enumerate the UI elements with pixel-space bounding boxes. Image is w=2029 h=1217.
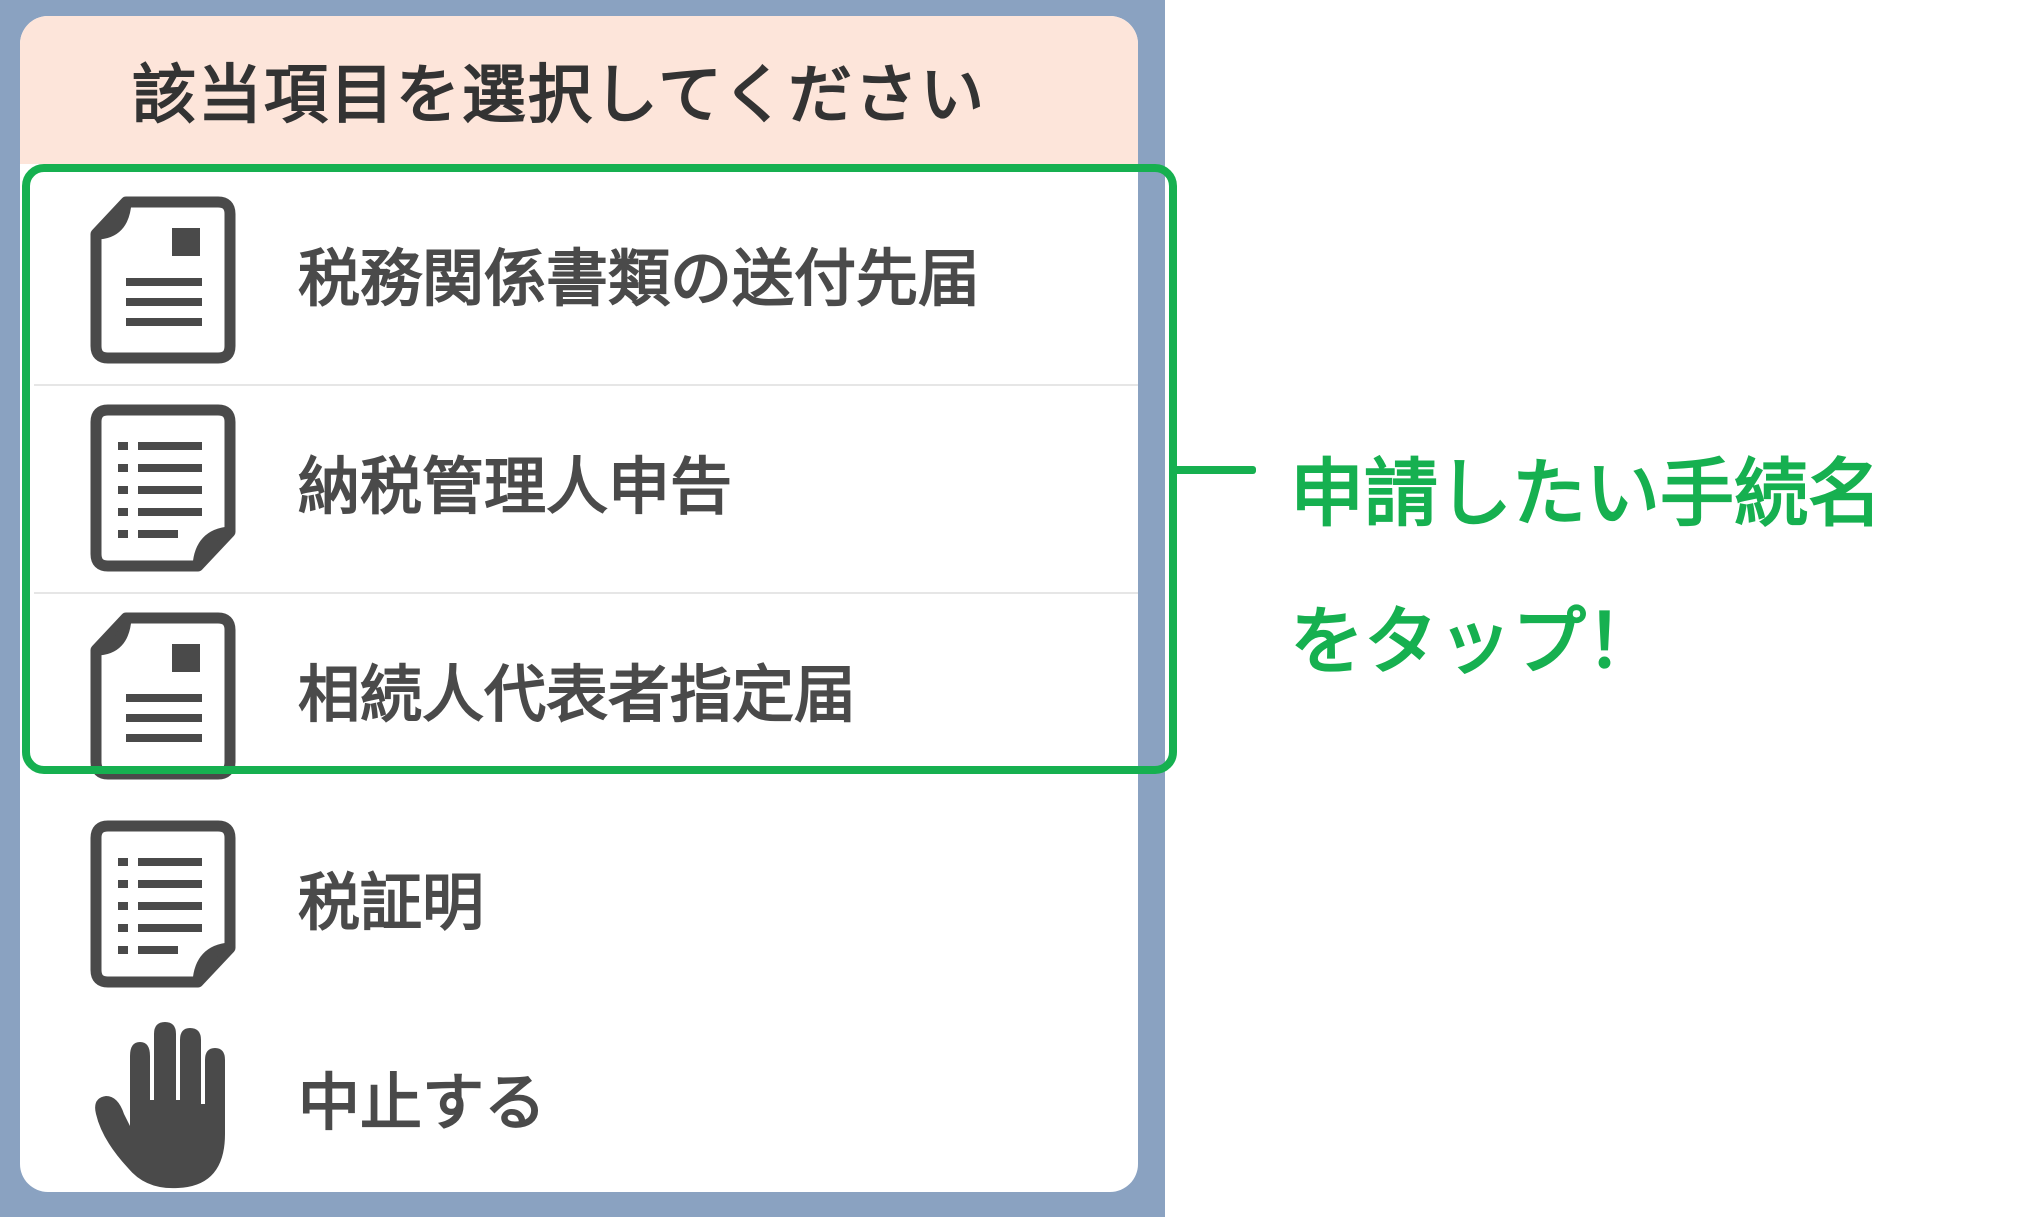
list-document-icon [90, 820, 236, 988]
annotation-callout: 申請したい手続名 をタップ！ [1290, 420, 1882, 716]
annotation-line-1: 申請したい手続名 [1290, 451, 1882, 537]
cancel-button[interactable]: 中止する [20, 1000, 1138, 1192]
menu-item-label: 税証明 [298, 866, 485, 939]
bracket-pointer [1170, 466, 1256, 474]
menu-item-label: 中止する [298, 1066, 547, 1139]
annotation-line-2: をタップ！ [1290, 599, 1660, 685]
dialog-title: 該当項目を選択してください [131, 59, 987, 133]
highlight-bracket [22, 164, 1177, 774]
dialog-header: 該当項目を選択してください [20, 16, 1138, 164]
hand-stop-icon [95, 1022, 225, 1189]
menu-item-tax-certificate[interactable]: 税証明 [20, 800, 1138, 1006]
